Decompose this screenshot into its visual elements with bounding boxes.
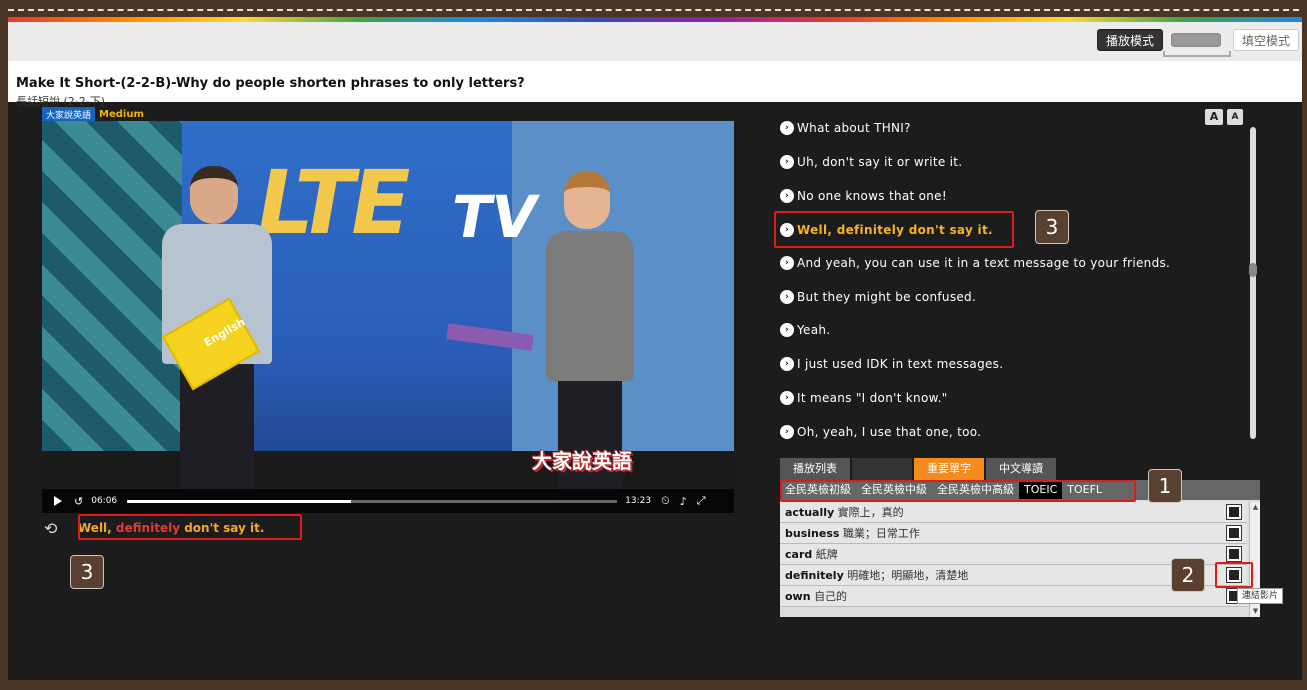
mode-toggle-underline: [1163, 51, 1231, 57]
series-badge: 大家說英語: [42, 106, 96, 122]
play-line-icon[interactable]: ›: [780, 256, 794, 270]
tv-logo: TV: [446, 183, 543, 251]
transcript-line[interactable]: › Yeah.: [780, 319, 830, 341]
tab-blank[interactable]: [852, 458, 914, 480]
annotation-badge-3-transcript: 3: [1035, 210, 1069, 244]
fullscreen-icon[interactable]: ⤢: [697, 494, 706, 508]
transcript-panel: › What about THNI? › Uh, don't say it or w…: [774, 117, 1244, 447]
play-line-icon[interactable]: ›: [780, 290, 794, 304]
tab-playlist[interactable]: 播放列表: [780, 458, 852, 480]
annotation-box-caption: [78, 514, 302, 540]
annotation-badge-2: 2: [1171, 558, 1205, 592]
transcript-line[interactable]: › But they might be confused.: [780, 286, 976, 308]
transcript-scroll-thumb[interactable]: [1249, 263, 1257, 277]
play-line-icon[interactable]: ›: [780, 357, 794, 371]
annotation-badge-1: 1: [1148, 469, 1182, 503]
transcript-line[interactable]: › Oh, yeah, I use that one, too.: [780, 421, 981, 443]
level-badge: Medium: [99, 108, 144, 120]
total-time: 13:23: [625, 496, 652, 506]
tab-chinese-guide[interactable]: 中文導讀: [986, 458, 1058, 480]
current-time: 06:06: [91, 496, 118, 506]
show-logo: 大家說英語: [532, 449, 632, 473]
tab-key-vocabulary[interactable]: 重要單字: [914, 458, 986, 480]
vocab-row[interactable]: actually 實際上，真的: [780, 502, 1247, 523]
page-frame: 播放模式 填空模式 Make It Short-(2-2-B)-Why do p…: [0, 0, 1307, 690]
annotation-box-level-tabs: [780, 480, 1136, 502]
female-presenter: [542, 171, 642, 501]
scroll-up-icon[interactable]: ▲: [1251, 503, 1260, 512]
vocab-row[interactable]: business 職業；日常工作: [780, 523, 1247, 544]
speed-icon[interactable]: ⏲: [661, 494, 670, 508]
dashed-border: [8, 9, 1299, 11]
annotation-box-film-link: [1215, 562, 1253, 588]
progress-fill: [127, 499, 351, 503]
app-window: 播放模式 填空模式 Make It Short-(2-2-B)-Why do p…: [8, 17, 1302, 680]
play-mode-button[interactable]: 播放模式: [1097, 29, 1164, 51]
title-bar: Make It Short-(2-2-B)-Why do people shor…: [8, 61, 1302, 108]
panel-tabs: 播放列表 重要單字 中文導讀: [780, 458, 1058, 480]
play-icon[interactable]: [54, 496, 62, 506]
transcript-line[interactable]: › I just used IDK in text messages.: [780, 353, 1003, 375]
loop-icon[interactable]: ⟲: [44, 519, 72, 538]
film-icon[interactable]: [1226, 546, 1242, 562]
transcript-line[interactable]: › Uh, don't say it or write it.: [780, 151, 962, 173]
progress-bar[interactable]: [127, 499, 618, 503]
fill-mode-button[interactable]: 填空模式: [1233, 29, 1300, 51]
play-line-icon[interactable]: ›: [780, 155, 794, 169]
film-icon[interactable]: [1226, 504, 1242, 520]
play-line-icon[interactable]: ›: [780, 189, 794, 203]
mode-bar: 播放模式 填空模式: [8, 22, 1302, 61]
transcript-line[interactable]: › It means "I don't know.": [780, 387, 948, 409]
mode-toggle-button[interactable]: [1171, 33, 1221, 47]
film-icon[interactable]: [1226, 525, 1242, 541]
scroll-down-icon[interactable]: ▼: [1251, 607, 1260, 616]
play-line-icon[interactable]: ›: [780, 121, 794, 135]
transcript-line[interactable]: › No one knows that one!: [780, 185, 947, 207]
play-line-icon[interactable]: ›: [780, 425, 794, 439]
lte-logo: LTE: [247, 151, 416, 254]
video-badges: 大家說英語 Medium: [42, 106, 144, 122]
volume-icon[interactable]: ♪: [680, 495, 687, 508]
transcript-line[interactable]: › What about THNI?: [780, 117, 911, 139]
annotation-badge-3-caption: 3: [70, 555, 104, 589]
annotation-box-transcript: [774, 211, 1014, 248]
link-video-tooltip: 連結影片: [1237, 588, 1284, 604]
play-line-icon[interactable]: ›: [780, 391, 794, 405]
video-player[interactable]: LTE TV English 大家說英語: [42, 121, 734, 513]
transcript-scrollbar[interactable]: [1250, 127, 1256, 439]
video-controls: ↺ 06:06 13:23 ⏲ ♪ ⤢: [42, 489, 734, 513]
replay-10-icon[interactable]: ↺: [74, 495, 83, 508]
transcript-line[interactable]: › And yeah, you can use it in a text mess…: [780, 252, 1170, 274]
play-line-icon[interactable]: ›: [780, 323, 794, 337]
page-title: Make It Short-(2-2-B)-Why do people shor…: [16, 76, 525, 91]
